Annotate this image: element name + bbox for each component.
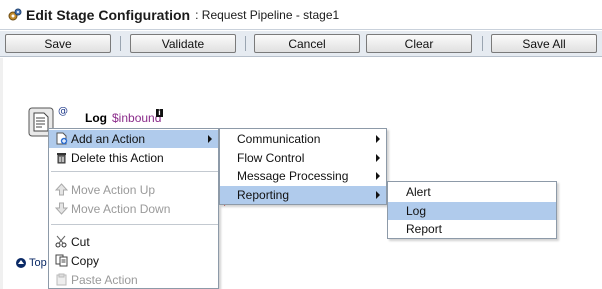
menu-item-label: Add an Action xyxy=(71,132,146,146)
menu-item-label: Flow Control xyxy=(237,151,305,165)
menu-item-label: Cut xyxy=(71,235,90,249)
menu-separator xyxy=(51,171,218,172)
page-subtitle: : Request Pipeline - stage1 xyxy=(195,7,340,22)
chevron-right-icon xyxy=(376,135,380,143)
menu-item-copy[interactable]: Copy xyxy=(49,252,218,270)
action-variable[interactable]: $inbound xyxy=(112,111,161,125)
menu-item-label: Alert xyxy=(406,185,431,199)
menu-item-label: Move Action Up xyxy=(71,183,156,197)
paste-icon xyxy=(56,273,67,286)
menu-item-alert[interactable]: Alert xyxy=(388,183,556,201)
menu-item-paste-action[interactable]: Paste Action xyxy=(49,271,218,289)
info-icon[interactable]: i xyxy=(156,109,163,117)
toolbar: Save Validate Cancel Clear Save All xyxy=(0,31,602,57)
add-action-submenu: Communication Flow Control Message Proce… xyxy=(219,128,387,205)
arrow-down-icon xyxy=(55,202,68,215)
menu-item-cut[interactable]: Cut xyxy=(49,233,218,251)
save-all-button[interactable]: Save All xyxy=(491,34,597,53)
trash-icon xyxy=(57,153,66,164)
page-title: Edit Stage Configuration xyxy=(26,6,191,23)
menu-item-label: Log xyxy=(406,204,427,218)
menu-item-communication[interactable]: Communication xyxy=(220,130,386,148)
edit-stage-configuration-page: Edit Stage Configuration : Request Pipel… xyxy=(0,0,602,289)
chevron-right-icon xyxy=(208,135,212,143)
toolbar-separator xyxy=(245,36,246,51)
up-arrow-icon xyxy=(16,258,26,268)
menu-item-flow-control[interactable]: Flow Control xyxy=(220,149,386,167)
cancel-button[interactable]: Cancel xyxy=(254,34,360,53)
menu-item-label: Reporting xyxy=(237,188,290,202)
menu-item-move-action-down[interactable]: Move Action Down xyxy=(49,200,218,218)
menu-item-report[interactable]: Report xyxy=(388,220,556,238)
menu-item-label: Message Processing xyxy=(237,169,349,183)
scissors-icon xyxy=(55,235,67,248)
menu-separator xyxy=(51,224,218,225)
reporting-submenu: Alert Log Report xyxy=(387,181,557,239)
menu-item-label: Copy xyxy=(71,254,100,268)
validate-button[interactable]: Validate xyxy=(130,34,236,53)
top-link-label: Top xyxy=(29,257,47,269)
annotation-at-sign: @ xyxy=(58,106,68,117)
toolbar-separator xyxy=(482,36,483,51)
action-context-menu: Add an Action Delete this Action Move Ac… xyxy=(48,128,219,289)
menu-item-log[interactable]: Log xyxy=(388,202,556,220)
chevron-right-icon xyxy=(376,191,380,199)
gears-icon xyxy=(8,8,22,20)
save-button[interactable]: Save xyxy=(5,34,111,53)
menu-item-add-an-action[interactable]: Add an Action xyxy=(49,130,218,148)
add-action-icon xyxy=(56,132,68,145)
clear-button[interactable]: Clear xyxy=(366,34,472,53)
chevron-right-icon xyxy=(376,154,380,162)
menu-item-message-processing[interactable]: Message Processing xyxy=(220,167,386,185)
menu-item-delete-this-action[interactable]: Delete this Action xyxy=(49,149,218,167)
top-link[interactable]: Top xyxy=(16,257,47,269)
arrow-up-icon xyxy=(55,183,68,196)
menu-item-move-action-up[interactable]: Move Action Up xyxy=(49,181,218,199)
title-bar: Edit Stage Configuration : Request Pipel… xyxy=(0,0,602,30)
toolbar-separator xyxy=(120,36,121,51)
menu-item-label: Delete this Action xyxy=(71,151,164,165)
canvas-edge xyxy=(0,58,3,289)
action-label: Log xyxy=(85,111,107,125)
menu-item-label: Paste Action xyxy=(71,273,138,287)
menu-item-label: Report xyxy=(406,222,443,236)
menu-item-label: Move Action Down xyxy=(71,202,171,216)
copy-icon xyxy=(55,254,68,267)
menu-item-reporting[interactable]: Reporting xyxy=(220,186,386,204)
chevron-right-icon xyxy=(376,172,380,180)
menu-item-label: Communication xyxy=(237,132,321,146)
